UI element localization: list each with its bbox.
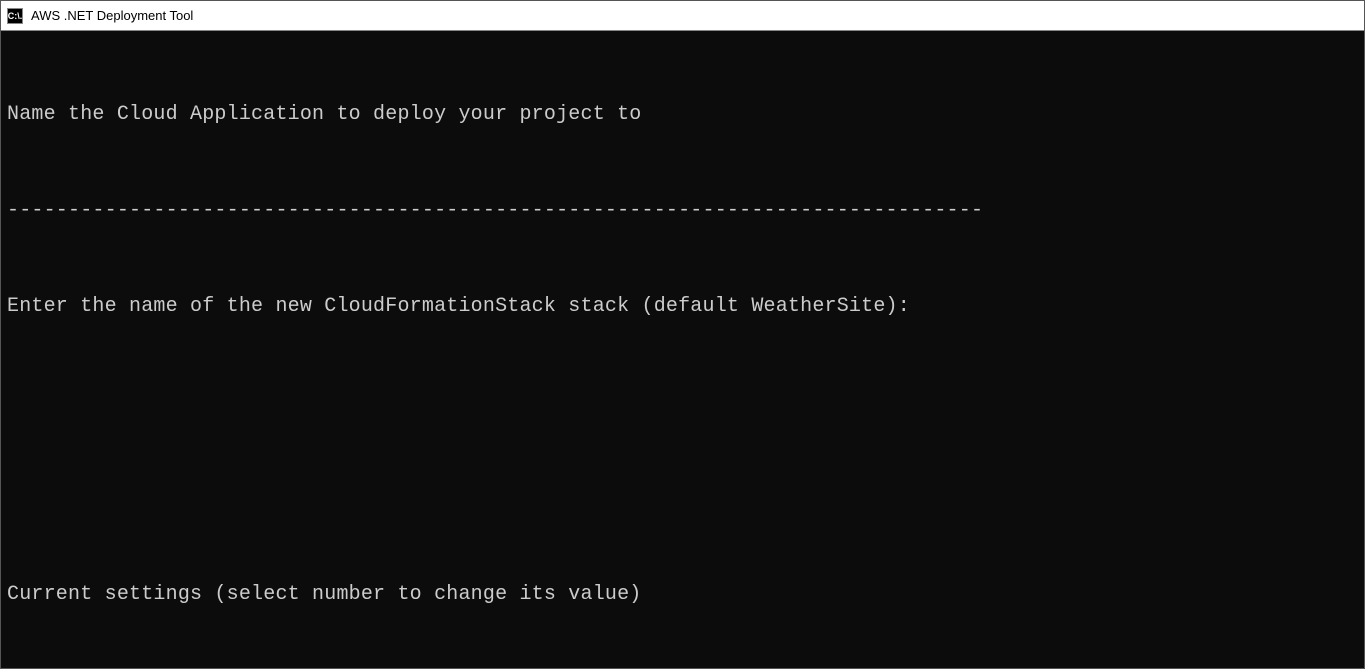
terminal-prompt-stack: Enter the name of the new CloudFormation… [7,291,1358,323]
terminal-area[interactable]: Name the Cloud Application to deploy you… [1,31,1364,668]
terminal-settings-header: Current settings (select number to chang… [7,579,1358,611]
titlebar[interactable]: C:\. AWS .NET Deployment Tool [1,1,1364,31]
terminal-blank [7,483,1358,515]
app-icon: C:\. [7,8,23,24]
app-window: C:\. AWS .NET Deployment Tool Name the C… [0,0,1365,669]
terminal-divider: ----------------------------------------… [7,195,1358,227]
window-title: AWS .NET Deployment Tool [31,8,193,23]
terminal-blank [7,387,1358,419]
terminal-line-header: Name the Cloud Application to deploy you… [7,99,1358,131]
